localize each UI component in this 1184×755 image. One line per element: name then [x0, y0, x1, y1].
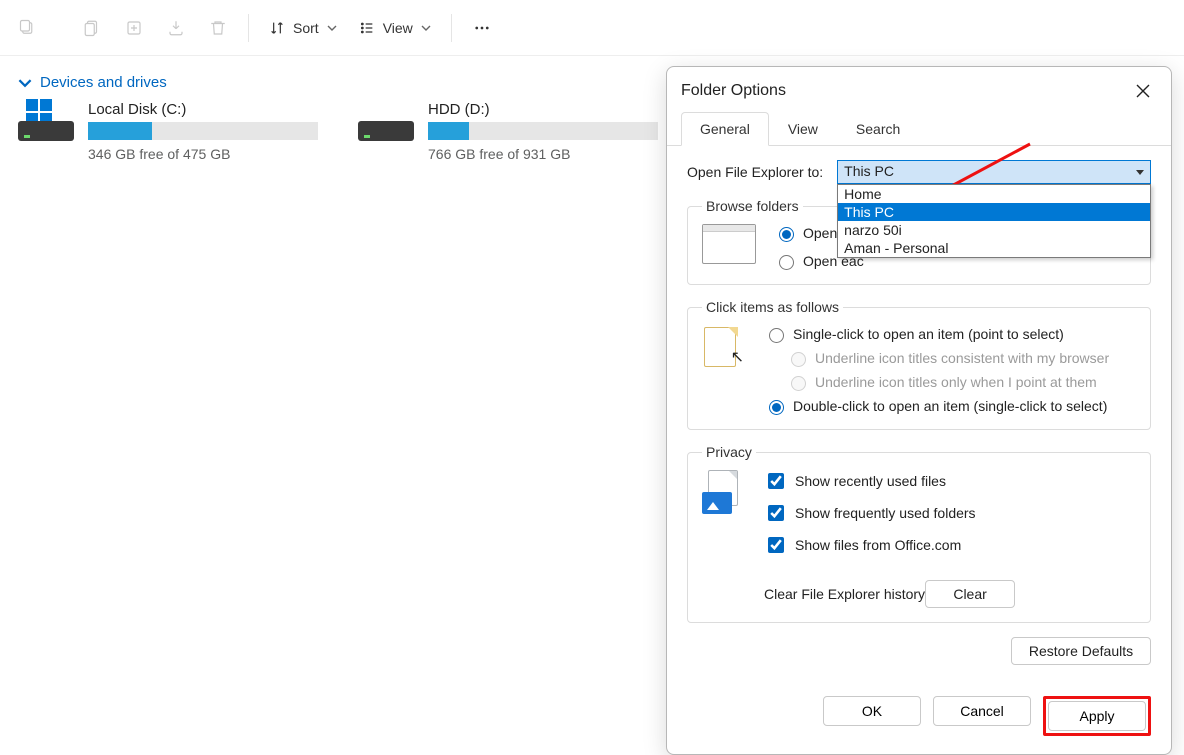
drive-free-text: 346 GB free of 475 GB [88, 146, 318, 162]
open-explorer-combo[interactable]: This PC Home This PC narzo 50i Aman - Pe… [837, 160, 1151, 184]
click-items-group: Click items as follows ↖ Single-click to… [687, 299, 1151, 430]
window-icon [702, 224, 756, 264]
check-frequent-folders[interactable]: Show frequently used folders [764, 502, 1015, 524]
clear-history-label: Clear File Explorer history [764, 586, 925, 602]
drive-icon [358, 101, 414, 141]
copy-icon [114, 8, 154, 48]
close-button[interactable] [1129, 77, 1157, 105]
drive-name: Local Disk (C:) [88, 101, 318, 118]
clear-button[interactable]: Clear [925, 580, 1015, 608]
drive-usage-bar [428, 122, 658, 140]
radio-underline-point: Underline icon titles only when I point … [786, 373, 1109, 391]
combo-option[interactable]: Home [838, 185, 1150, 203]
combo-popup: Home This PC narzo 50i Aman - Personal [837, 184, 1151, 258]
sort-dropdown[interactable]: Sort [259, 8, 347, 48]
drive-free-text: 766 GB free of 931 GB [428, 146, 658, 162]
radio-single-click[interactable]: Single-click to open an item (point to s… [764, 325, 1109, 343]
paste-icon [156, 8, 196, 48]
group-header-label: Devices and drives [40, 74, 167, 91]
click-legend: Click items as follows [702, 299, 843, 315]
combo-option[interactable]: This PC [838, 203, 1150, 221]
restore-defaults-button[interactable]: Restore Defaults [1011, 637, 1151, 665]
apply-highlight: Apply [1043, 696, 1151, 736]
dialog-footer: OK Cancel Apply [667, 683, 1171, 754]
drive-item[interactable]: Local Disk (C:) 346 GB free of 475 GB [18, 101, 318, 162]
open-explorer-label: Open File Explorer to: [687, 164, 823, 180]
separator [451, 14, 452, 42]
toolbar: Sort View [0, 0, 1184, 56]
apply-button[interactable]: Apply [1048, 701, 1146, 731]
drive-item[interactable]: HDD (D:) 766 GB free of 931 GB [358, 101, 658, 162]
folder-options-dialog: Folder Options General View Search Open … [666, 66, 1172, 755]
view-dropdown[interactable]: View [349, 8, 441, 48]
tab-view[interactable]: View [769, 112, 837, 146]
cut-icon [72, 8, 112, 48]
rename-icon [198, 8, 238, 48]
drive-name: HDD (D:) [428, 101, 658, 118]
view-label: View [383, 20, 413, 36]
privacy-legend: Privacy [702, 444, 756, 460]
drive-icon [18, 101, 74, 141]
privacy-icon [702, 470, 746, 514]
combo-selected[interactable]: This PC [837, 160, 1151, 184]
tab-strip: General View Search [667, 111, 1171, 146]
ok-button[interactable]: OK [823, 696, 921, 726]
sort-label: Sort [293, 20, 319, 36]
drive-usage-bar [88, 122, 318, 140]
browse-legend: Browse folders [702, 198, 803, 214]
more-icon[interactable] [462, 8, 502, 48]
check-recent-files[interactable]: Show recently used files [764, 470, 1015, 492]
combo-option[interactable]: narzo 50i [838, 221, 1150, 239]
tab-search[interactable]: Search [837, 112, 919, 146]
privacy-group: Privacy Show recently used files Show fr… [687, 444, 1151, 623]
page-click-icon: ↖ [702, 325, 746, 369]
radio-double-click[interactable]: Double-click to open an item (single-cli… [764, 397, 1109, 415]
combo-option[interactable]: Aman - Personal [838, 239, 1150, 257]
radio-underline-browser: Underline icon titles consistent with my… [786, 349, 1109, 367]
new-item-icon [8, 8, 48, 48]
dialog-title: Folder Options [681, 82, 786, 100]
separator [248, 14, 249, 42]
tab-general[interactable]: General [681, 112, 769, 146]
cancel-button[interactable]: Cancel [933, 696, 1031, 726]
check-office-files[interactable]: Show files from Office.com [764, 534, 1015, 556]
